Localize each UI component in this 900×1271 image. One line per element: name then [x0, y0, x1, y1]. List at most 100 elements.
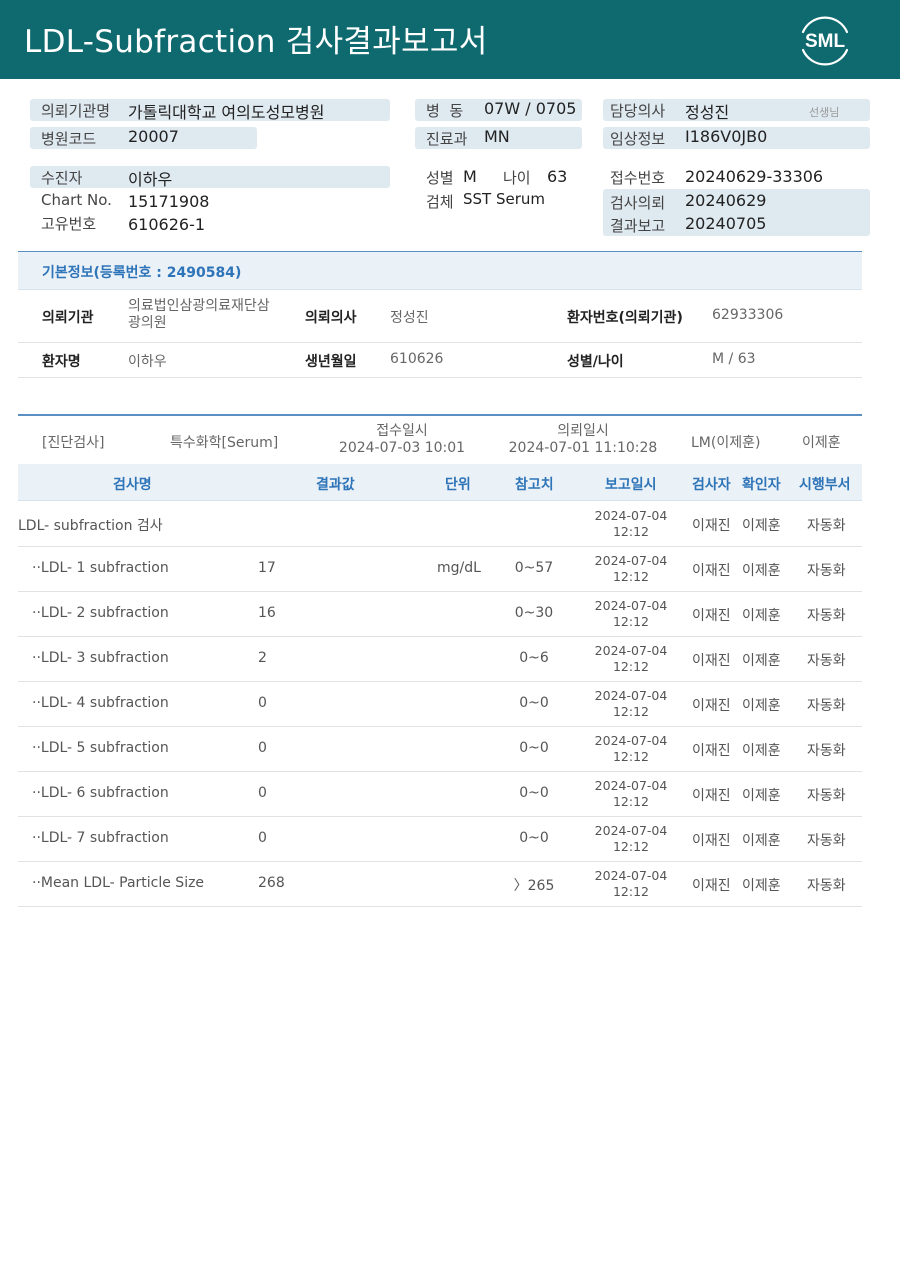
report-date: 2024-07-04 [594, 733, 668, 748]
cell-report-date: 2024-07-04 12:12 [586, 598, 676, 630]
col-reference: 참고치 [515, 477, 554, 493]
exam-type: 특수화학[Serum] [170, 435, 279, 451]
request-label: 검사의뢰 [610, 194, 666, 212]
report-time: 12:12 [612, 794, 650, 809]
cell-report-date: 2024-07-04 12:12 [586, 688, 676, 720]
pt-no-value: 62933306 [712, 307, 784, 323]
cell-tester: 이재진 [692, 518, 731, 534]
report-header: LDL-Subfraction 검사결과보고서 SML [0, 0, 900, 79]
sex-label: 성별 [426, 169, 454, 187]
cell-tester: 이재진 [692, 743, 731, 759]
cell-test-name: ··LDL- 1 subfraction [32, 560, 169, 576]
report-date: 2024-07-04 [594, 868, 668, 883]
specimen-value: SST Serum [463, 190, 546, 208]
cell-reference: 0~57 [514, 560, 554, 576]
cell-department: 자동화 [807, 653, 846, 669]
ward-value: 07W / 0705 [484, 99, 577, 118]
cell-report-date: 2024-07-04 12:12 [586, 823, 676, 855]
receipt-value: 20240629-33306 [685, 167, 824, 186]
cell-tester: 이재진 [692, 833, 731, 849]
report-time: 12:12 [612, 839, 650, 854]
birth-label: 생년월일 [305, 354, 357, 370]
chart-label: Chart No. [41, 191, 112, 209]
cell-result: 0 [258, 830, 267, 846]
cell-department: 자동화 [807, 563, 846, 579]
cell-checker: 이제훈 [742, 788, 781, 804]
result-date-label: 결과보고 [610, 217, 666, 235]
report-time: 12:12 [612, 524, 650, 539]
cell-report-date: 2024-07-04 12:12 [586, 868, 676, 900]
logo-text: SML [805, 31, 846, 52]
report-date: 2024-07-04 [594, 508, 668, 523]
lm-name: 이제훈 [802, 435, 841, 451]
clinical-label: 임상정보 [610, 130, 666, 148]
sexage-value: M / 63 [712, 351, 756, 367]
cell-checker: 이제훈 [742, 698, 781, 714]
pt-no-label: 환자번호(의뢰기관) [567, 310, 683, 326]
table-row: ··LDL- 2 subfraction 16 0~30 2024-07-04 1… [18, 591, 862, 637]
table-row: ··LDL- 6 subfraction 0 0~0 2024-07-04 12:… [18, 771, 862, 817]
clinical-value: I186V0JB0 [685, 127, 768, 146]
cell-checker: 이제훈 [742, 743, 781, 759]
hospital-value: 가톨릭대학교 여의도성모병원 [128, 103, 325, 122]
org-value-line2: 광의원 [128, 315, 167, 331]
table-row: ··LDL- 4 subfraction 0 0~0 2024-07-04 12:… [18, 681, 862, 727]
specimen-label: 검체 [426, 193, 454, 211]
cell-checker: 이제훈 [742, 878, 781, 894]
cell-department: 자동화 [807, 833, 846, 849]
cell-test-name: LDL- subfraction 검사 [18, 518, 163, 534]
cell-department: 자동화 [807, 878, 846, 894]
cell-unit: mg/dL [437, 560, 481, 576]
report-date: 2024-07-04 [594, 553, 668, 568]
cell-reference: 0~0 [519, 830, 549, 846]
cell-checker: 이제훈 [742, 833, 781, 849]
lm-label: LM(이제훈) [691, 435, 761, 451]
received-label: 접수일시 [376, 423, 428, 439]
basic-info-title: 기본정보(등록번호 : 2490584) [42, 265, 242, 281]
table-row: ··LDL- 3 subfraction 2 0~6 2024-07-04 12:… [18, 636, 862, 682]
patient-value: 이하우 [128, 170, 173, 189]
cell-test-name: ··LDL- 7 subfraction [32, 830, 169, 846]
cell-reference: 0~6 [519, 650, 549, 666]
cell-result: 2 [258, 650, 267, 666]
receipt-label: 접수번호 [610, 169, 666, 187]
req-doc-label: 의뢰의사 [305, 310, 357, 326]
cell-department: 자동화 [807, 518, 846, 534]
col-unit: 단위 [445, 477, 471, 493]
request-value: 20240629 [685, 191, 767, 210]
cell-checker: 이제훈 [742, 653, 781, 669]
basic-bottom-line [18, 377, 862, 378]
cell-result: 0 [258, 785, 267, 801]
report-date: 2024-07-04 [594, 823, 668, 838]
col-tester: 검사자 [692, 477, 731, 493]
cell-department: 자동화 [807, 698, 846, 714]
doctor-suffix: 선생님 [809, 106, 840, 119]
ward-label: 병 동 [426, 102, 464, 120]
cell-test-name: ··LDL- 6 subfraction [32, 785, 169, 801]
report-time: 12:12 [612, 749, 650, 764]
col-checker: 확인자 [742, 477, 781, 493]
code-value: 20007 [128, 127, 179, 146]
cell-test-name: ··LDL- 5 subfraction [32, 740, 169, 756]
result-date-value: 20240705 [685, 214, 767, 233]
cell-result: 268 [258, 875, 285, 891]
cell-report-date: 2024-07-04 12:12 [586, 553, 676, 585]
cell-result: 16 [258, 605, 276, 621]
cell-report-date: 2024-07-04 12:12 [586, 733, 676, 765]
cell-report-date: 2024-07-04 12:12 [586, 778, 676, 810]
table-row: ··LDL- 1 subfraction 17 mg/dL 0~57 2024-… [18, 546, 862, 592]
col-test-name: 검사명 [113, 477, 152, 493]
cell-reference: 0~0 [519, 695, 549, 711]
cell-department: 자동화 [807, 788, 846, 804]
cell-reference: 〉265 [513, 878, 555, 894]
received-value: 2024-07-03 10:01 [338, 440, 466, 456]
cell-tester: 이재진 [692, 698, 731, 714]
cell-reference: 0~0 [519, 740, 549, 756]
cell-result: 17 [258, 560, 276, 576]
report-date: 2024-07-04 [594, 688, 668, 703]
cell-checker: 이제훈 [742, 563, 781, 579]
cell-tester: 이재진 [692, 878, 731, 894]
cell-report-date: 2024-07-04 12:12 [586, 643, 676, 675]
cell-checker: 이제훈 [742, 518, 781, 534]
cell-test-name: ··LDL- 3 subfraction [32, 650, 169, 666]
